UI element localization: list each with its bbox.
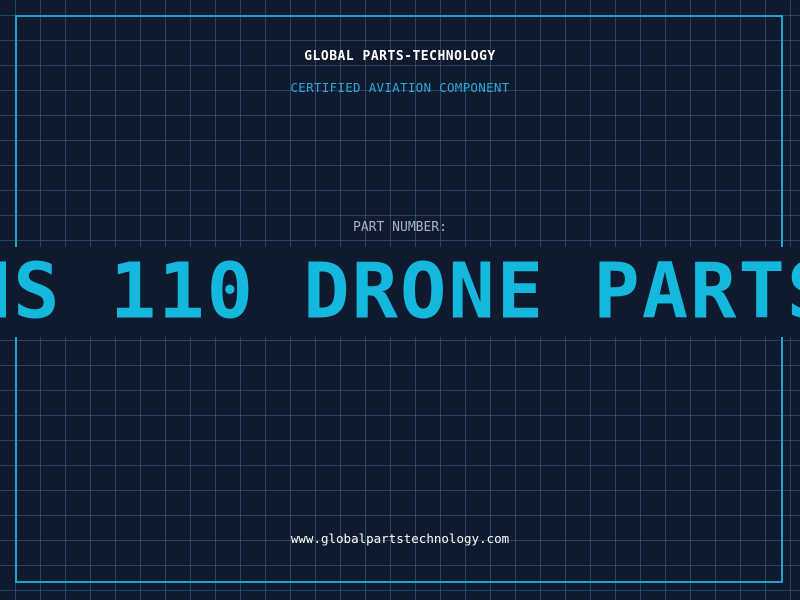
part-number-value: HS 110 DRONE PARTS bbox=[0, 247, 800, 337]
website-url: www.globalpartstechnology.com bbox=[290, 531, 510, 546]
part-number-band: HS 110 DRONE PARTS bbox=[0, 247, 800, 337]
part-number-label: PART NUMBER: bbox=[353, 220, 447, 235]
certification-subtitle: CERTIFIED AVIATION COMPONENT bbox=[290, 80, 510, 95]
company-name: GLOBAL PARTS-TECHNOLOGY bbox=[304, 49, 496, 64]
